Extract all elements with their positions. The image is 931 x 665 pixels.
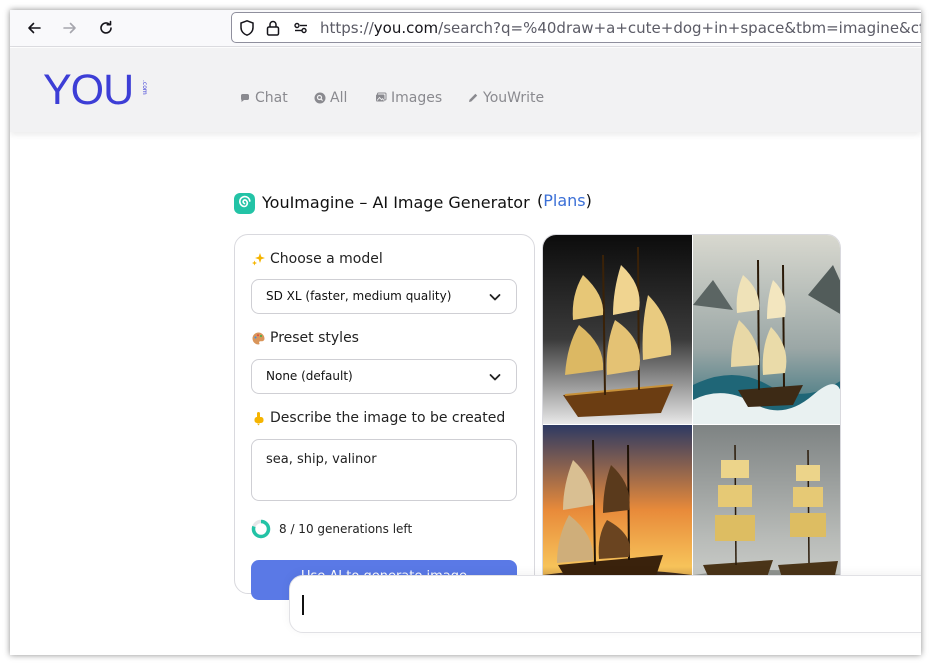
model-label-text: Choose a model xyxy=(270,251,383,267)
nav-youwrite[interactable]: YouWrite xyxy=(467,90,544,106)
plans-link-wrap: (Plans) xyxy=(537,191,592,210)
chevron-down-icon xyxy=(489,294,501,301)
arrow-left-icon xyxy=(28,22,41,34)
logo-suffix: .com xyxy=(141,80,148,95)
youimagine-icon xyxy=(234,193,255,214)
describe-label: Describe the image to be created xyxy=(251,410,505,426)
nav-all-label: All xyxy=(330,90,348,106)
back-button[interactable] xyxy=(20,14,48,42)
search-icon xyxy=(314,92,326,104)
prompt-textarea[interactable]: sea, ship, valinor xyxy=(251,439,517,501)
prompt-value: sea, ship, valinor xyxy=(266,452,377,467)
url-bar[interactable]: https://you.com/search?q=%40draw+a+cute+… xyxy=(231,12,921,43)
nav-images[interactable]: Images xyxy=(375,90,442,106)
pointing-down-icon xyxy=(254,411,264,425)
nav-youwrite-label: YouWrite xyxy=(483,90,545,106)
lock-icon[interactable] xyxy=(264,19,282,37)
chevron-down-icon xyxy=(489,374,501,381)
url-text[interactable]: https://you.com/search?q=%40draw+a+cute+… xyxy=(320,19,921,37)
generated-image-3[interactable] xyxy=(543,425,692,593)
site-header: YOU .com Chat All Images YouWrite xyxy=(10,48,921,132)
sparkles-icon xyxy=(252,252,265,265)
chat-input[interactable] xyxy=(289,575,921,633)
style-label-text: Preset styles xyxy=(270,330,359,346)
generator-panel: Choose a model SD XL (faster, medium qua… xyxy=(234,234,535,600)
reload-icon xyxy=(100,20,112,34)
logo-text: YOU xyxy=(43,68,133,108)
url-host: you.com xyxy=(373,19,439,37)
you-logo[interactable]: YOU .com xyxy=(43,68,153,108)
url-path: /search?q=%40draw+a+cute+dog+in+space&tb… xyxy=(438,19,921,37)
browser-window: https://you.com/search?q=%40draw+a+cute+… xyxy=(10,10,921,655)
url-scheme: https:// xyxy=(320,19,374,37)
generated-images-grid xyxy=(542,234,841,594)
images-icon xyxy=(376,92,387,102)
describe-label-text: Describe the image to be created xyxy=(270,410,506,426)
browser-toolbar: https://you.com/search?q=%40draw+a+cute+… xyxy=(10,10,921,47)
forward-button[interactable] xyxy=(56,14,84,42)
pencil-icon xyxy=(469,93,478,102)
model-select-value: SD XL (faster, medium quality) xyxy=(266,289,452,303)
text-caret xyxy=(302,595,304,615)
nav-images-label: Images xyxy=(391,90,443,106)
arrow-right-icon xyxy=(63,22,76,34)
model-label: Choose a model xyxy=(251,251,383,267)
style-select[interactable]: None (default) xyxy=(251,359,517,394)
nav-all[interactable]: All xyxy=(314,90,347,106)
palette-icon xyxy=(252,332,265,344)
style-select-value: None (default) xyxy=(266,369,353,383)
generations-counter: 8 / 10 generations left xyxy=(251,519,412,539)
plans-close-paren: ) xyxy=(585,191,592,210)
generations-progress-ring xyxy=(251,519,271,539)
generations-text: 8 / 10 generations left xyxy=(279,522,413,536)
page-title: YouImagine – AI Image Generator xyxy=(262,193,530,212)
tracking-shield-icon[interactable] xyxy=(238,19,256,37)
chat-bubble-icon xyxy=(241,94,249,102)
nav-chat-label: Chat xyxy=(255,90,288,106)
generated-image-2[interactable] xyxy=(693,235,840,424)
generated-image-4[interactable] xyxy=(693,425,840,593)
model-select[interactable]: SD XL (faster, medium quality) xyxy=(251,279,517,314)
permissions-icon[interactable] xyxy=(292,19,310,37)
reload-button[interactable] xyxy=(92,14,120,42)
nav-chat[interactable]: Chat xyxy=(239,90,288,106)
style-label: Preset styles xyxy=(251,330,359,346)
plans-link[interactable]: Plans xyxy=(543,191,585,210)
generated-image-1[interactable] xyxy=(543,235,692,424)
